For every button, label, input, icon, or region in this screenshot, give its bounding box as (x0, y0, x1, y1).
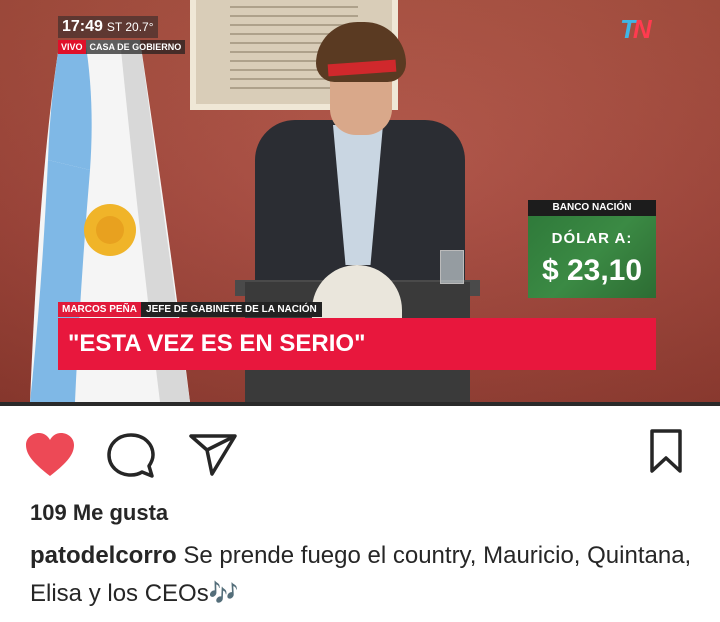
speaker-name-bar: MARCOS PEÑA JEFE DE GABINETE DE LA NACIÓ… (58, 302, 322, 317)
speaker-name: MARCOS PEÑA (58, 302, 142, 317)
post-caption: patodelcorro Se prende fuego el country,… (30, 537, 710, 613)
music-notes-emoji: 🎶 (208, 580, 239, 607)
dollar-title: DÓLAR A: (551, 230, 633, 247)
bank-label: BANCO NACIÓN (528, 200, 656, 216)
channel-logo: TN (620, 14, 652, 45)
channel-logo-t: T (620, 14, 636, 44)
live-badge: VIVO (58, 40, 86, 54)
comment-icon[interactable] (106, 432, 156, 485)
water-glass (440, 250, 464, 284)
clock-overlay: 17:49 ST 20.7° (58, 16, 158, 38)
temperature-label: ST 20.7° (106, 20, 154, 34)
post-image[interactable]: 17:49 ST 20.7° VIVO CASA DE GOBIERNO TN … (0, 0, 720, 402)
caption-username[interactable]: patodelcorro (30, 542, 177, 569)
dollar-rate-box: DÓLAR A: $ 23,10 (528, 216, 656, 298)
headline-banner: "ESTA VEZ ES EN SERIO" (58, 318, 656, 370)
location-label: CASA DE GOBIERNO (85, 40, 186, 54)
dollar-value: $ 23,10 (541, 254, 643, 287)
channel-logo-n: N (632, 14, 652, 44)
bookmark-icon[interactable] (648, 428, 684, 479)
likes-count[interactable]: 109 Me gusta (30, 500, 168, 526)
time-label: 17:49 (62, 18, 103, 35)
send-icon[interactable] (188, 432, 238, 483)
speaker-role: JEFE DE GABINETE DE LA NACIÓN (141, 302, 322, 317)
heart-icon[interactable] (24, 432, 76, 483)
live-bar: VIVO CASA DE GOBIERNO (58, 40, 186, 54)
post-actions (0, 406, 720, 496)
